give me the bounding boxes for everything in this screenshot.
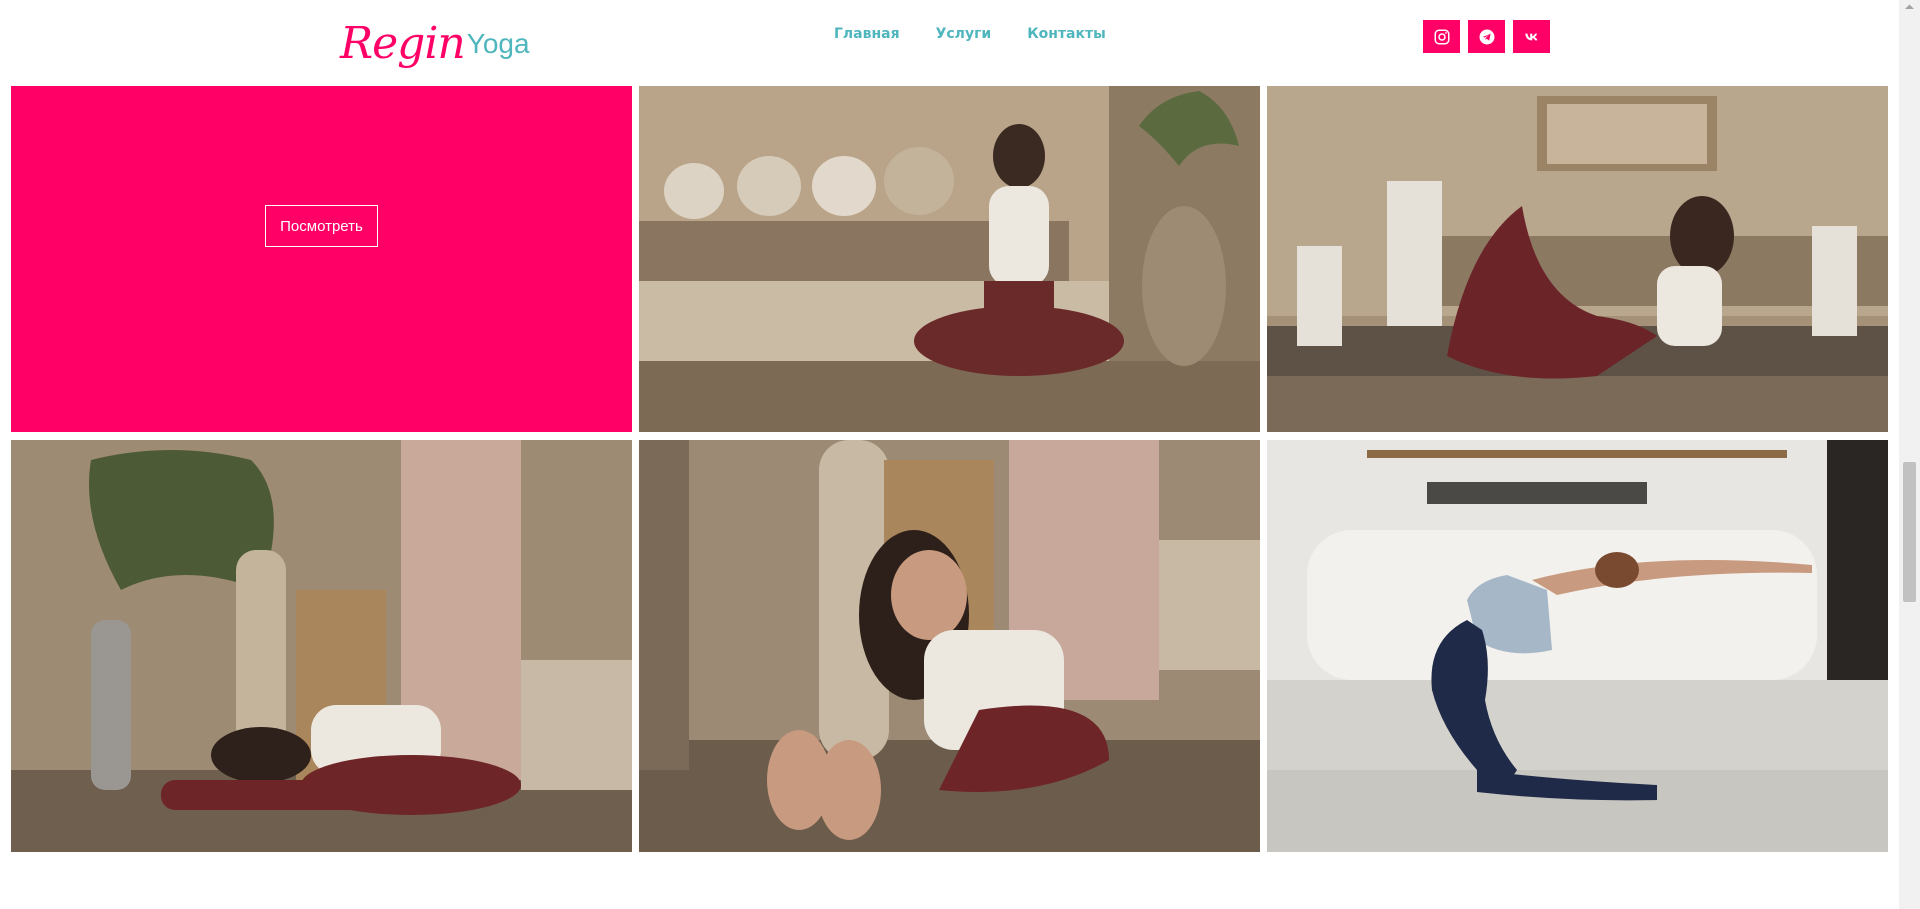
nav-link-home[interactable]: Главная	[834, 26, 900, 42]
vk-button[interactable]	[1513, 20, 1550, 53]
photo-meditation	[639, 86, 1260, 432]
vk-icon	[1524, 33, 1537, 40]
page-scrollbar[interactable]	[1899, 0, 1920, 909]
instagram-button[interactable]	[1423, 20, 1460, 53]
photo-camel-pose	[1267, 440, 1888, 852]
gallery-photo-bow-pose[interactable]	[1267, 86, 1888, 432]
nav-link-contacts[interactable]: Контакты	[1027, 26, 1106, 42]
telegram-button[interactable]	[1468, 20, 1505, 53]
telegram-icon	[1479, 29, 1494, 44]
social-links	[1423, 20, 1550, 53]
instagram-icon	[1434, 29, 1449, 44]
scroll-up-arrow-icon[interactable]	[1899, 0, 1920, 14]
gallery-photo-meditation[interactable]	[639, 86, 1260, 432]
photo-smiling-stretch	[639, 440, 1260, 852]
gallery-photo-smiling-stretch[interactable]	[639, 440, 1260, 852]
nav-link-services[interactable]: Услуги	[936, 26, 992, 42]
photo-forward-fold	[11, 440, 632, 852]
promo-tile: Посмотреть	[11, 86, 632, 432]
gallery-photo-camel-pose[interactable]	[1267, 440, 1888, 852]
logo-yoga-text: Yoga	[466, 28, 530, 59]
logo-regin-text: Regin	[340, 18, 466, 69]
main-nav: Главная Услуги Контакты	[834, 26, 1106, 42]
site-header: Regin Yoga Главная Услуги Контакты	[0, 0, 1899, 86]
site-logo[interactable]: Regin Yoga	[340, 10, 530, 66]
view-button[interactable]: Посмотреть	[265, 205, 378, 247]
photo-bow-pose	[1267, 86, 1888, 432]
scrollbar-thumb[interactable]	[1903, 462, 1916, 602]
gallery-photo-forward-fold[interactable]	[11, 440, 632, 852]
